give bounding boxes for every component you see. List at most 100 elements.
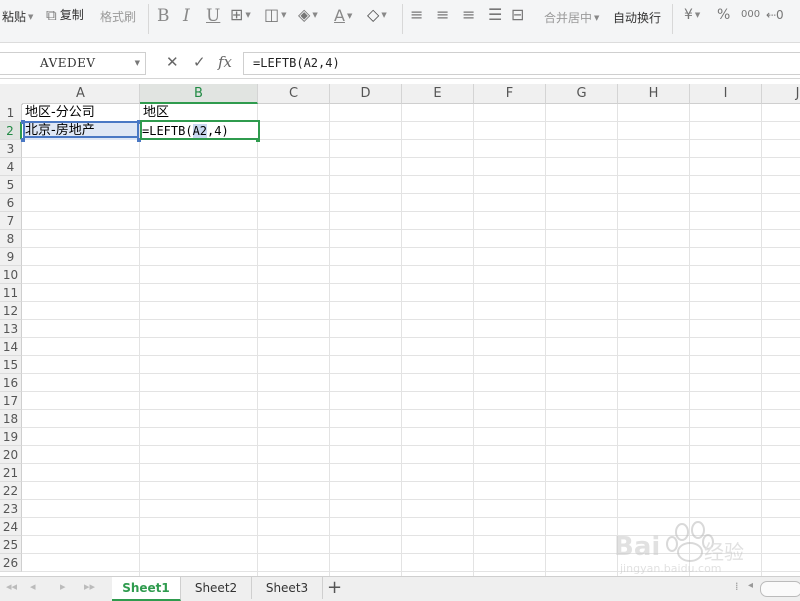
row-gridline [22,247,800,248]
align-right-button[interactable]: ≡ [462,7,475,23]
horizontal-scrollbar[interactable] [760,581,800,597]
merge-center-button[interactable]: 合并居中 ▼ [544,9,599,26]
wrap-text-label: 自动换行 [613,11,662,25]
column-header-b[interactable]: B [140,84,258,104]
cell-style-icon: ◫ [264,5,280,24]
fill-handle[interactable] [256,138,260,142]
name-box[interactable]: AVEDEV ▼ [0,52,146,75]
column-header-i[interactable]: I [690,84,762,104]
row-header-6[interactable]: 6 [0,194,22,212]
tab-sheet1[interactable]: Sheet1 [112,577,181,601]
column-header-d[interactable]: D [330,84,402,104]
currency-button[interactable]: ¥ ▼ [684,7,700,23]
row-header-5[interactable]: 5 [0,176,22,194]
tab-scroll-first-icon[interactable]: ◂◂ [6,580,17,593]
decimal-button[interactable]: ⇠0 [766,7,784,23]
row-gridline [22,517,800,518]
row-header-8[interactable]: 8 [0,230,22,248]
tab-sheet3[interactable]: Sheet3 [252,577,323,599]
row-header-2[interactable]: 2 [0,122,22,140]
row-gridline [22,391,800,392]
underline-button[interactable]: U [206,6,220,26]
cell-b2-suffix: ,4) [207,124,229,138]
column-header-g[interactable]: G [546,84,618,104]
row-header-20[interactable]: 20 [0,446,22,464]
column-header-f[interactable]: F [474,84,546,104]
spreadsheet-grid[interactable]: ABCDEFGHIJ 1 2 3 4 5 6 7 8 9 10 11 12 13 14 15 16 17 18 19… [0,84,800,576]
cell-b2[interactable]: =LEFTB(A2,4) [142,122,229,140]
column-header-j[interactable]: J [762,84,800,104]
clear-button[interactable]: ◇ ▼ [367,7,387,23]
row-header-7[interactable]: 7 [0,212,22,230]
select-all-corner[interactable] [0,84,23,105]
hscroll-left-icon[interactable]: ◂ [748,580,753,591]
row-header-10[interactable]: 10 [0,266,22,284]
column-header-a[interactable]: A [22,84,140,104]
percent-button[interactable]: % [717,7,730,23]
paw-logo-icon [666,521,714,562]
chevron-down-icon: ▼ [346,11,353,20]
paste-button[interactable]: 粘贴 ▼ [2,8,33,25]
copy-button[interactable]: ⧉ 复制 [46,6,84,23]
row-header-12[interactable]: 12 [0,302,22,320]
row-header-17[interactable]: 17 [0,392,22,410]
distributed-button[interactable]: ⊟ [511,7,524,23]
fx-icon[interactable]: fx [218,53,232,71]
row-header-23[interactable]: 23 [0,500,22,518]
fill-color-button[interactable]: ◈ ▼ [298,7,318,23]
borders-button[interactable]: ⊞ ▼ [230,7,251,23]
tab-scroll-prev-icon[interactable]: ◂ [30,580,36,593]
cell-a1[interactable]: 地区-分公司 [25,104,95,122]
tab-scroll-next-icon[interactable]: ▸ [60,580,66,593]
row-header-14[interactable]: 14 [0,338,22,356]
cell-a1-text: 地区-分公司 [25,105,95,120]
check-icon[interactable]: ✓ [193,53,206,71]
chevron-down-icon[interactable]: ▼ [135,59,140,67]
row-header-4[interactable]: 4 [0,158,22,176]
hscroll-grip-icon[interactable]: ⁞ [735,580,739,593]
cell-style-button[interactable]: ◫ ▼ [264,7,287,23]
tab-scroll-last-icon[interactable]: ▸▸ [84,580,95,593]
row-gridline [22,211,800,212]
resize-handle[interactable] [21,120,25,124]
row-header-9[interactable]: 9 [0,248,22,266]
row-header-13[interactable]: 13 [0,320,22,338]
row-header-24[interactable]: 24 [0,518,22,536]
row-header-16[interactable]: 16 [0,374,22,392]
font-color-icon: A [334,6,345,25]
row-header-15[interactable]: 15 [0,356,22,374]
formula-bar: AVEDEV ▼ ✕ ✓ fx =LEFTB(A2,4) [0,48,800,79]
row-header-25[interactable]: 25 [0,536,22,554]
row-header-19[interactable]: 19 [0,428,22,446]
column-header-h[interactable]: H [618,84,690,104]
row-header-18[interactable]: 18 [0,410,22,428]
row-header-26[interactable]: 26 [0,554,22,572]
cancel-icon[interactable]: ✕ [166,53,179,71]
row-header-1[interactable]: 1 [0,104,22,122]
italic-button[interactable]: I [183,6,190,26]
align-left-button[interactable]: ≡ [410,7,423,23]
add-sheet-button[interactable]: + [327,577,342,598]
bold-button[interactable]: B [157,6,170,26]
justify-button[interactable]: ☰ [488,7,502,23]
format-painter-button[interactable]: 格式刷 [100,8,136,25]
wrap-text-button[interactable]: 自动换行 [613,9,661,26]
reference-outline [23,121,139,138]
thousands-button[interactable]: 000 [741,9,760,20]
row-gridline [22,337,800,338]
row-header-11[interactable]: 11 [0,284,22,302]
cell-b1-text: 地区 [143,105,170,120]
font-color-button[interactable]: A ▼ [334,6,352,25]
tab-sheet2[interactable]: Sheet2 [181,577,252,599]
row-gridline [22,283,800,284]
row-header-22[interactable]: 22 [0,482,22,500]
row-header-3[interactable]: 3 [0,140,22,158]
eraser-icon: ◇ [367,5,380,24]
formula-input[interactable]: =LEFTB(A2,4) [243,52,800,75]
column-header-e[interactable]: E [402,84,474,104]
row-header-21[interactable]: 21 [0,464,22,482]
percent-icon: % [717,7,731,23]
column-header-c[interactable]: C [258,84,330,104]
align-center-button[interactable]: ≡ [436,7,449,23]
resize-handle[interactable] [21,138,25,142]
